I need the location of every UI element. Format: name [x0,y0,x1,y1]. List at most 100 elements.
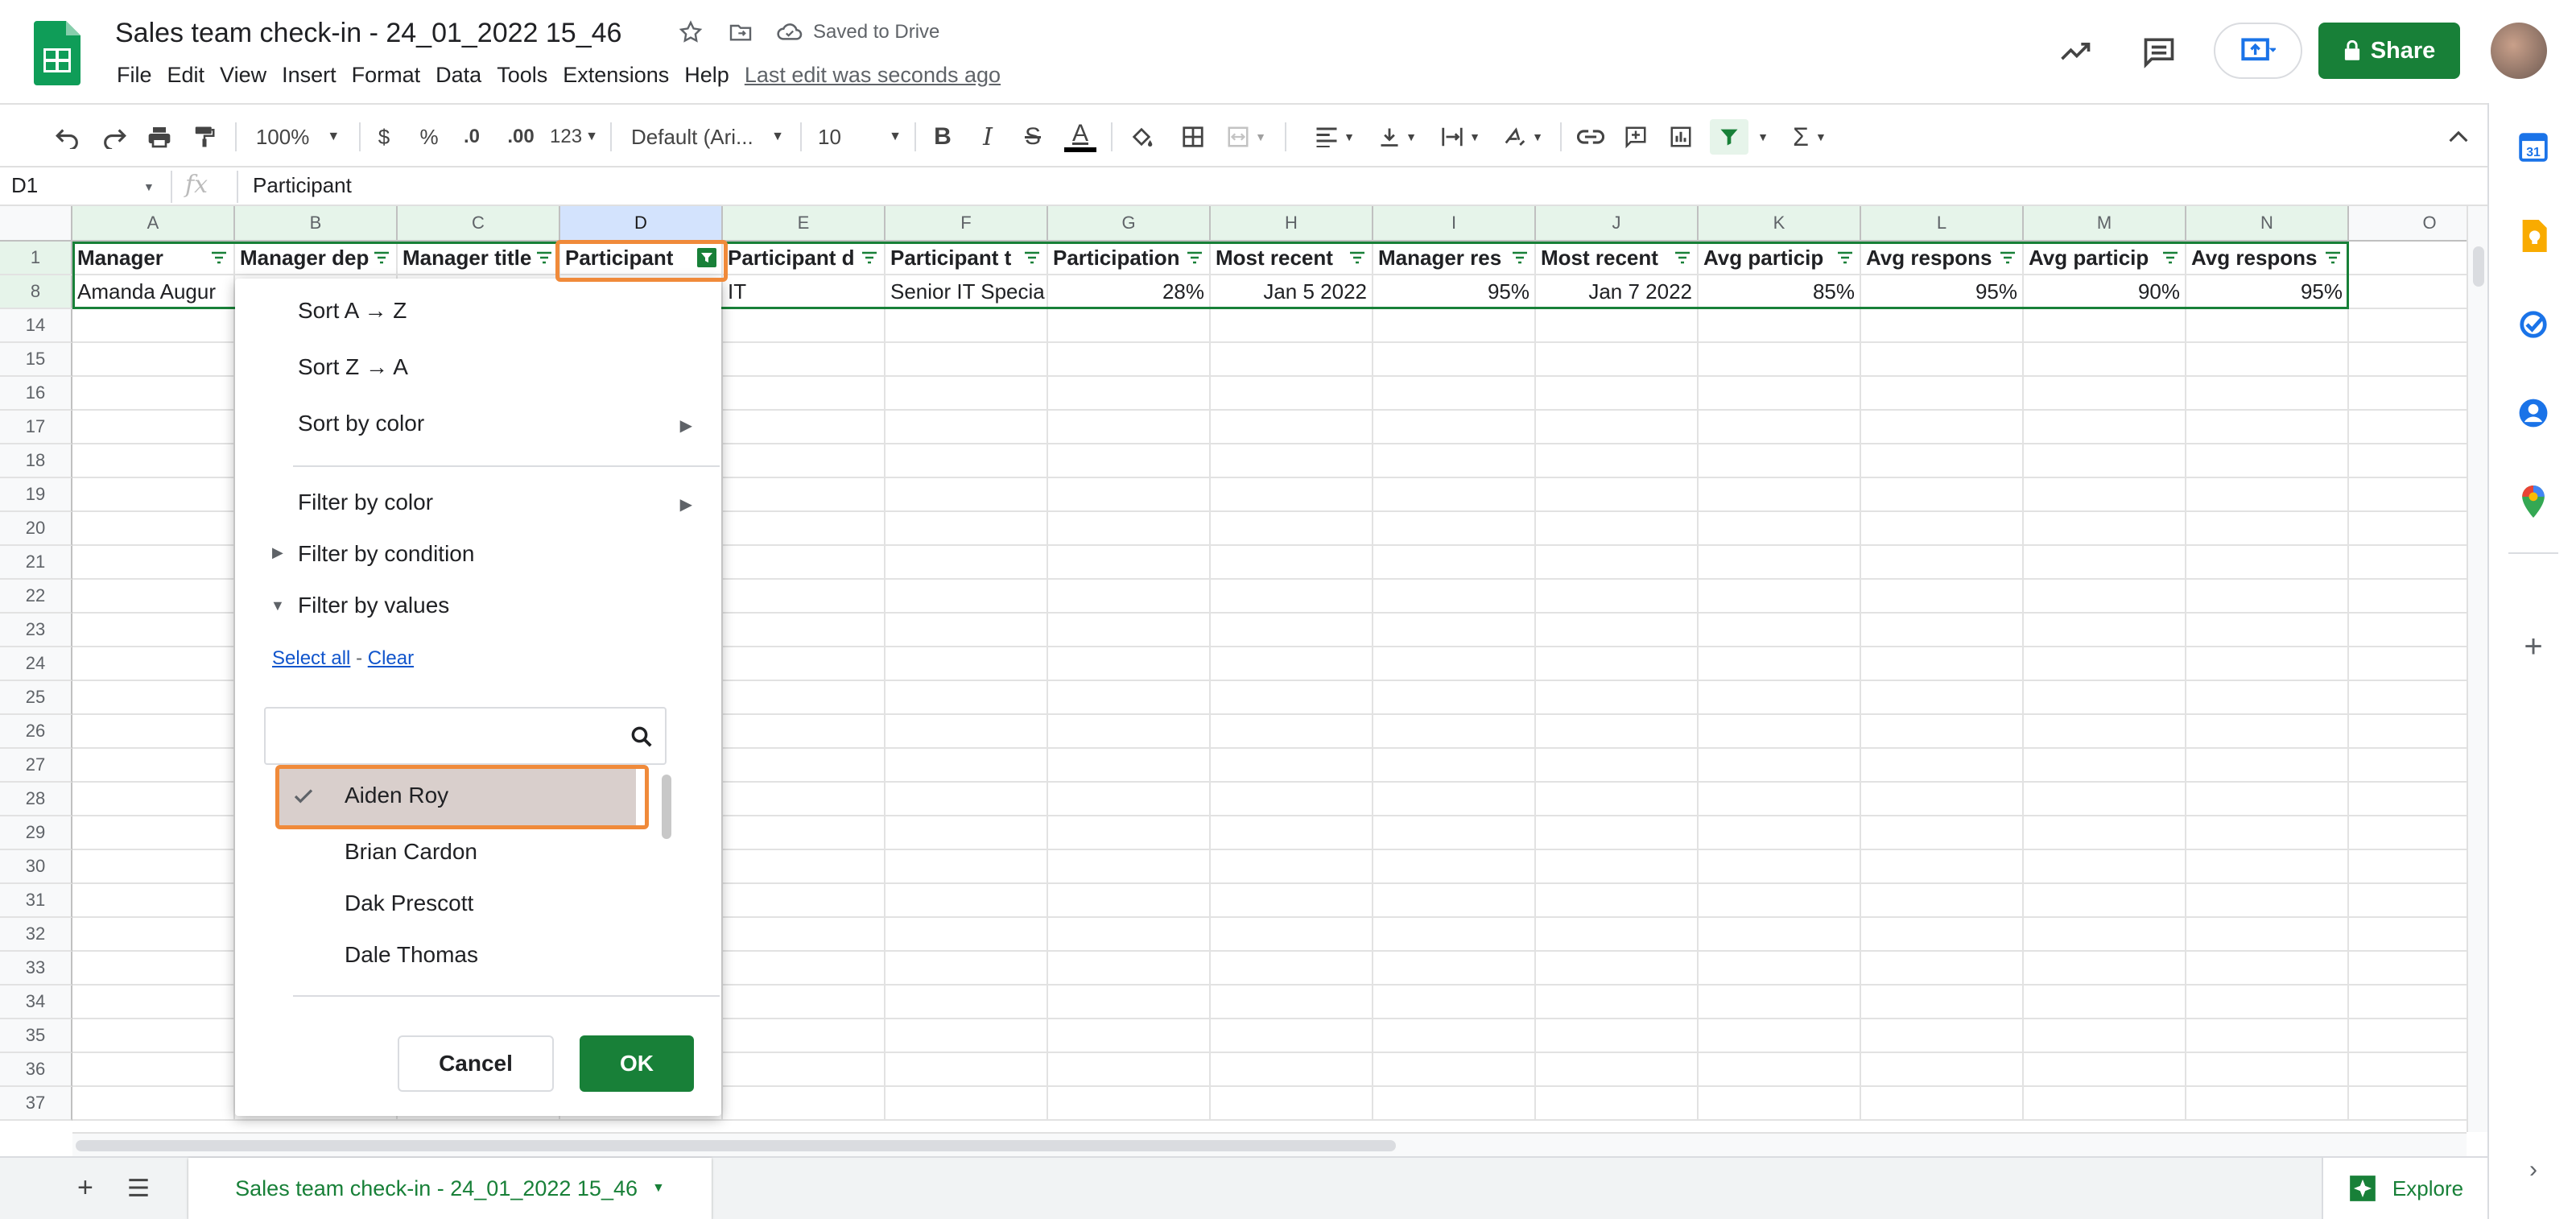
empty-cell[interactable] [1699,309,1861,343]
empty-cell[interactable] [723,343,886,377]
empty-cell[interactable] [2024,546,2186,580]
empty-cell[interactable] [1536,884,1699,918]
row-header[interactable]: 24 [0,647,72,681]
menu-tools[interactable]: Tools [493,63,551,87]
empty-cell[interactable] [2349,816,2467,850]
empty-cell[interactable] [1211,1087,1373,1121]
empty-cell[interactable] [1048,918,1211,952]
empty-cell[interactable] [1861,715,2024,749]
empty-cell[interactable] [2024,1019,2186,1053]
empty-cell[interactable] [2349,377,2467,411]
empty-cell[interactable] [1211,749,1373,783]
column-filter-icon[interactable] [535,248,554,267]
column-header-c[interactable]: C [398,206,560,242]
empty-cell[interactable] [1048,444,1211,478]
scroll-thumb[interactable] [76,1140,1396,1151]
data-cell[interactable]: 85% [1699,275,1861,309]
row-header[interactable]: 14 [0,309,72,343]
empty-cell[interactable] [1211,952,1373,986]
empty-cell[interactable] [2024,715,2186,749]
empty-cell[interactable] [886,749,1048,783]
row-header[interactable]: 34 [0,986,72,1019]
collapse-toolbar-icon[interactable] [2442,119,2475,155]
chevron-down-icon[interactable]: ▼ [652,1181,665,1196]
expand-panel-icon[interactable]: › [2513,1150,2553,1190]
empty-cell[interactable] [72,546,235,580]
empty-cell[interactable] [886,816,1048,850]
column-filter-icon[interactable] [2161,248,2180,267]
row-header[interactable]: 21 [0,546,72,580]
ok-button[interactable]: OK [580,1035,694,1092]
empty-cell[interactable] [2349,309,2467,343]
empty-cell[interactable] [886,478,1048,512]
data-cell[interactable]: IT [723,275,886,309]
column-filter-icon[interactable] [1998,248,2017,267]
empty-cell[interactable] [886,681,1048,715]
header-cell[interactable]: Avg particip [1699,242,1861,275]
cancel-button[interactable]: Cancel [398,1035,554,1092]
empty-cell[interactable] [1373,1053,1536,1087]
empty-cell[interactable] [1211,816,1373,850]
italic-button[interactable]: I [974,119,1001,155]
sheet-tab[interactable]: Sales team check-in - 24_01_2022 15_46 ▼ [188,1158,712,1219]
row-header[interactable]: 29 [0,816,72,850]
empty-cell[interactable] [1048,377,1211,411]
empty-cell[interactable] [2186,343,2349,377]
column-filter-icon[interactable] [372,248,391,267]
empty-cell[interactable] [723,614,886,647]
row-header[interactable]: 37 [0,1087,72,1121]
empty-cell[interactable] [1048,1019,1211,1053]
empty-cell[interactable] [72,444,235,478]
column-header-m[interactable]: M [2024,206,2186,242]
empty-cell[interactable] [2024,512,2186,546]
empty-cell[interactable] [1699,546,1861,580]
empty-cell[interactable] [2349,918,2467,952]
menu-edit[interactable]: Edit [163,63,209,87]
horizontal-scrollbar[interactable] [72,1132,2467,1156]
select-all-corner[interactable] [0,206,72,242]
column-header-j[interactable]: J [1536,206,1699,242]
empty-cell[interactable] [1699,749,1861,783]
name-box[interactable]: D1 [11,173,38,198]
empty-cell[interactable] [886,884,1048,918]
empty-cell[interactable] [2349,783,2467,816]
empty-cell[interactable] [2186,580,2349,614]
header-cell[interactable]: Avg respons [2186,242,2349,275]
column-header-o[interactable]: O [2349,206,2467,242]
empty-cell[interactable] [72,1053,235,1087]
row-header[interactable]: 25 [0,681,72,715]
empty-cell[interactable] [72,647,235,681]
empty-cell[interactable] [723,377,886,411]
empty-cell[interactable] [1536,647,1699,681]
empty-cell[interactable] [1861,952,2024,986]
empty-cell[interactable] [1373,309,1536,343]
empty-cell[interactable] [1536,614,1699,647]
empty-cell[interactable] [1699,986,1861,1019]
row-header[interactable]: 27 [0,749,72,783]
empty-cell[interactable] [1536,715,1699,749]
empty-cell[interactable] [1211,715,1373,749]
empty-cell[interactable] [723,715,886,749]
empty-cell[interactable] [2024,1087,2186,1121]
contacts-icon[interactable] [2513,393,2553,433]
name-box-dropdown[interactable]: ▼ [143,180,155,193]
currency-button[interactable]: $ [372,119,396,155]
print-icon[interactable] [143,119,175,155]
empty-cell[interactable] [2349,715,2467,749]
empty-cell[interactable] [1536,986,1699,1019]
column-filter-icon[interactable] [1510,248,1530,267]
add-sheet-icon[interactable]: + [77,1172,93,1204]
star-icon[interactable] [678,19,704,45]
row-header[interactable]: 23 [0,614,72,647]
empty-cell[interactable] [2024,986,2186,1019]
column-header-h[interactable]: H [1211,206,1373,242]
empty-cell[interactable] [1699,850,1861,884]
empty-cell[interactable] [1536,580,1699,614]
column-header-n[interactable]: N [2186,206,2349,242]
empty-cell[interactable] [1048,580,1211,614]
data-cell[interactable]: 95% [2186,275,2349,309]
text-rotation-icon[interactable]: ▼ [1499,119,1547,155]
empty-cell[interactable] [1699,1019,1861,1053]
empty-cell[interactable] [886,952,1048,986]
filter-by-color-item[interactable]: Filter by color [298,490,433,515]
